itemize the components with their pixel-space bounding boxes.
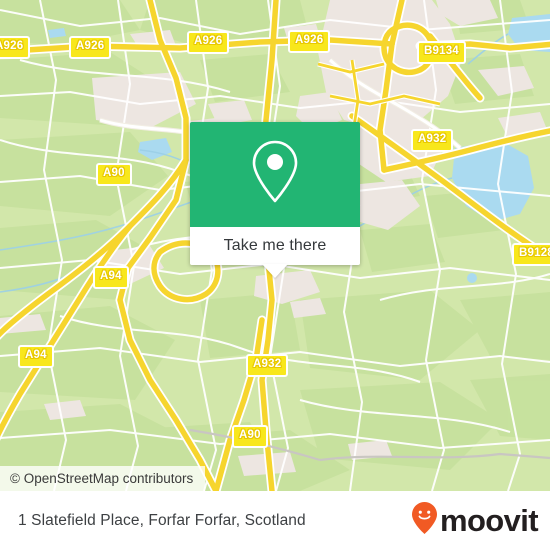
road-shield-b9134[interactable]: B9134 <box>417 41 466 64</box>
road-shield-a90-nw[interactable]: A90 <box>96 163 132 186</box>
popup-cta-button[interactable]: Take me there <box>190 227 360 265</box>
road-shield-a932-ne[interactable]: A932 <box>411 129 454 152</box>
location-popup-card[interactable]: Take me there <box>190 122 360 278</box>
road-shield-a94-mid[interactable]: A94 <box>93 266 129 289</box>
moovit-logo[interactable]: moovit <box>411 501 539 540</box>
road-shield-a926-west[interactable]: A926 <box>69 36 112 59</box>
map-pin-icon <box>249 139 301 210</box>
moovit-wordmark: moovit <box>439 503 539 538</box>
popup-cta-label: Take me there <box>223 237 327 254</box>
popup-header <box>190 122 360 227</box>
road-shield-a926-w-edge[interactable]: A926 <box>0 36 31 59</box>
moovit-map-screen: A926 A926 A926 A926 B9134 A932 A90 A94 B… <box>0 0 550 550</box>
map-canvas[interactable]: A926 A926 A926 A926 B9134 A932 A90 A94 B… <box>0 0 550 491</box>
road-shield-a94-sw[interactable]: A94 <box>18 345 54 368</box>
road-shield-a932-s[interactable]: A932 <box>246 354 289 377</box>
road-shield-b9128[interactable]: B9128 <box>512 243 550 266</box>
road-shield-a90-s[interactable]: A90 <box>232 425 268 448</box>
address-label: 1 Slatefield Place, Forfar Forfar, Scotl… <box>18 511 306 529</box>
road-shield-a926-east[interactable]: A926 <box>288 30 331 53</box>
osm-attribution-text: © OpenStreetMap contributors <box>10 471 194 486</box>
osm-attribution-bar[interactable]: © OpenStreetMap contributors <box>0 466 206 491</box>
bottom-bar: 1 Slatefield Place, Forfar Forfar, Scotl… <box>0 491 550 550</box>
popup-tail-pointer <box>262 264 288 278</box>
moovit-pin-icon <box>411 501 438 540</box>
road-shield-a926-mid[interactable]: A926 <box>187 31 230 54</box>
